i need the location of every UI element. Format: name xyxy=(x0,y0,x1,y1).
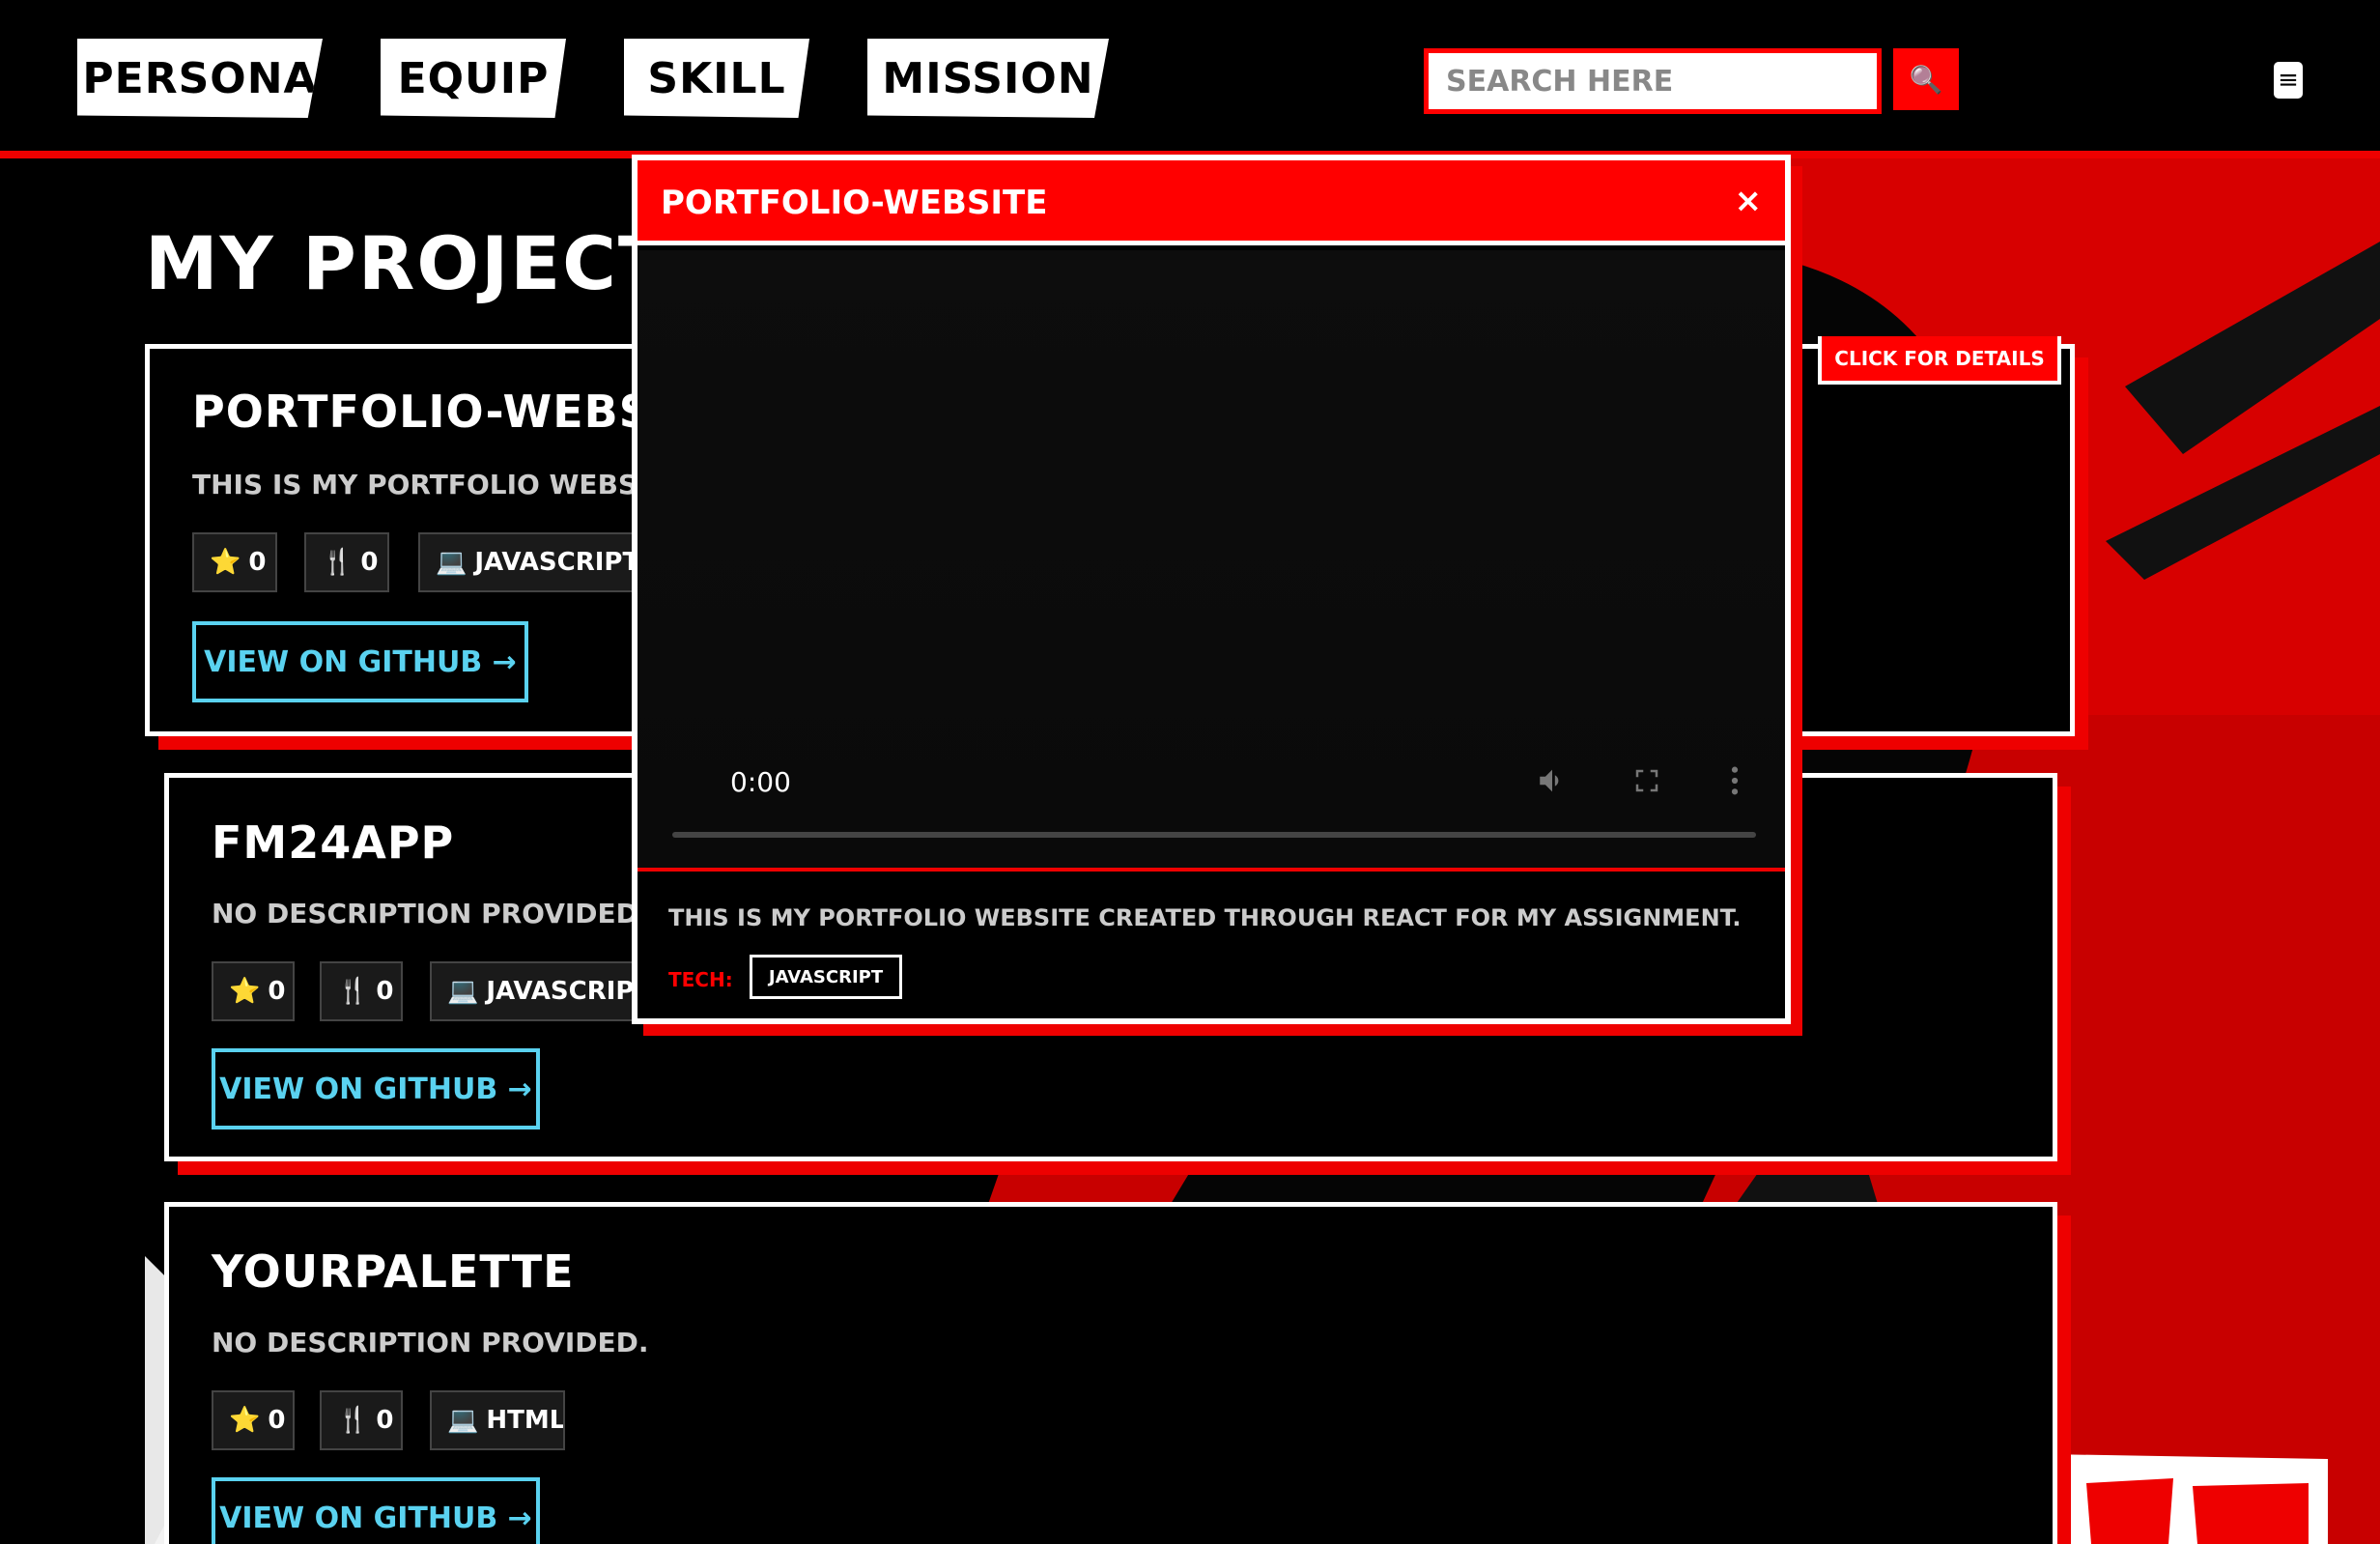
page: PERSONA EQUIP SKILL MISSION 🔍 ≡ MY PROJE… xyxy=(0,0,2380,1544)
project-title: FM24APP xyxy=(212,816,455,869)
click-for-details-badge[interactable]: CLICK FOR DETAILS xyxy=(1818,336,2061,385)
tab-equip[interactable]: EQUIP xyxy=(381,39,566,118)
menu-button[interactable]: ≡ xyxy=(2274,62,2303,99)
view-on-github-button[interactable]: VIEW ON GITHUB → xyxy=(192,621,528,702)
search-icon: 🔍 xyxy=(1909,64,1943,95)
tab-persona[interactable]: PERSONA xyxy=(77,39,323,118)
menu-icon: ≡ xyxy=(2278,66,2299,95)
close-icon[interactable]: × xyxy=(1735,182,1763,220)
tab-mission[interactable]: MISSION xyxy=(867,39,1109,118)
project-modal: PORTFOLIO-WEBSITE × 0:00 THIS IS MY PORT… xyxy=(632,155,1791,1024)
search-button[interactable]: 🔍 xyxy=(1893,48,1959,110)
laptop-icon: 💻 xyxy=(447,1406,479,1435)
stars-count: ⭐ 0 xyxy=(192,532,277,592)
star-icon: ⭐ xyxy=(210,548,241,577)
modal-title: PORTFOLIO-WEBSITE xyxy=(661,184,1048,222)
forks-count: 🍴 0 xyxy=(320,1390,403,1450)
star-icon: ⭐ xyxy=(229,977,261,1006)
video-progress-bar[interactable] xyxy=(672,832,1756,838)
language-badge: 💻 HTML xyxy=(430,1390,565,1450)
fork-icon: 🍴 xyxy=(322,548,354,577)
project-card[interactable]: YOURPALETTE NO DESCRIPTION PROVIDED. ⭐ 0 … xyxy=(164,1202,2057,1544)
tech-badge: JAVASCRIPT xyxy=(750,955,902,999)
laptop-icon: 💻 xyxy=(436,548,468,577)
view-on-github-button[interactable]: VIEW ON GITHUB → xyxy=(212,1048,540,1129)
project-description: NO DESCRIPTION PROVIDED. xyxy=(212,898,649,929)
tab-skill[interactable]: SKILL xyxy=(624,39,809,118)
volume-icon[interactable] xyxy=(1536,764,1569,797)
modal-header: PORTFOLIO-WEBSITE × xyxy=(638,160,1785,245)
stars-count: ⭐ 0 xyxy=(212,1390,295,1450)
search-input[interactable] xyxy=(1424,48,1882,114)
project-description: NO DESCRIPTION PROVIDED. xyxy=(212,1327,649,1358)
tech-label: TECH: xyxy=(668,968,733,991)
video-time: 0:00 xyxy=(730,766,791,798)
forks-count: 🍴 0 xyxy=(304,532,389,592)
fork-icon: 🍴 xyxy=(337,977,369,1006)
language-badge: 💻 JAVASCRIPT xyxy=(418,532,660,592)
navbar: PERSONA EQUIP SKILL MISSION 🔍 ≡ xyxy=(0,0,2380,158)
laptop-icon: 💻 xyxy=(447,977,479,1006)
stars-count: ⭐ 0 xyxy=(212,961,295,1021)
view-on-github-button[interactable]: VIEW ON GITHUB → xyxy=(212,1477,540,1544)
fullscreen-icon[interactable] xyxy=(1632,766,1661,795)
fork-icon: 🍴 xyxy=(337,1406,369,1435)
star-icon: ⭐ xyxy=(229,1406,261,1435)
video-player[interactable]: 0:00 xyxy=(638,250,1785,872)
more-options-icon[interactable] xyxy=(1729,764,1741,797)
project-title: YOURPALETTE xyxy=(212,1245,575,1298)
language-badge: 💻 JAVASCRIPT xyxy=(430,961,652,1021)
forks-count: 🍴 0 xyxy=(320,961,403,1021)
modal-description: THIS IS MY PORTFOLIO WEBSITE CREATED THR… xyxy=(668,904,1742,931)
